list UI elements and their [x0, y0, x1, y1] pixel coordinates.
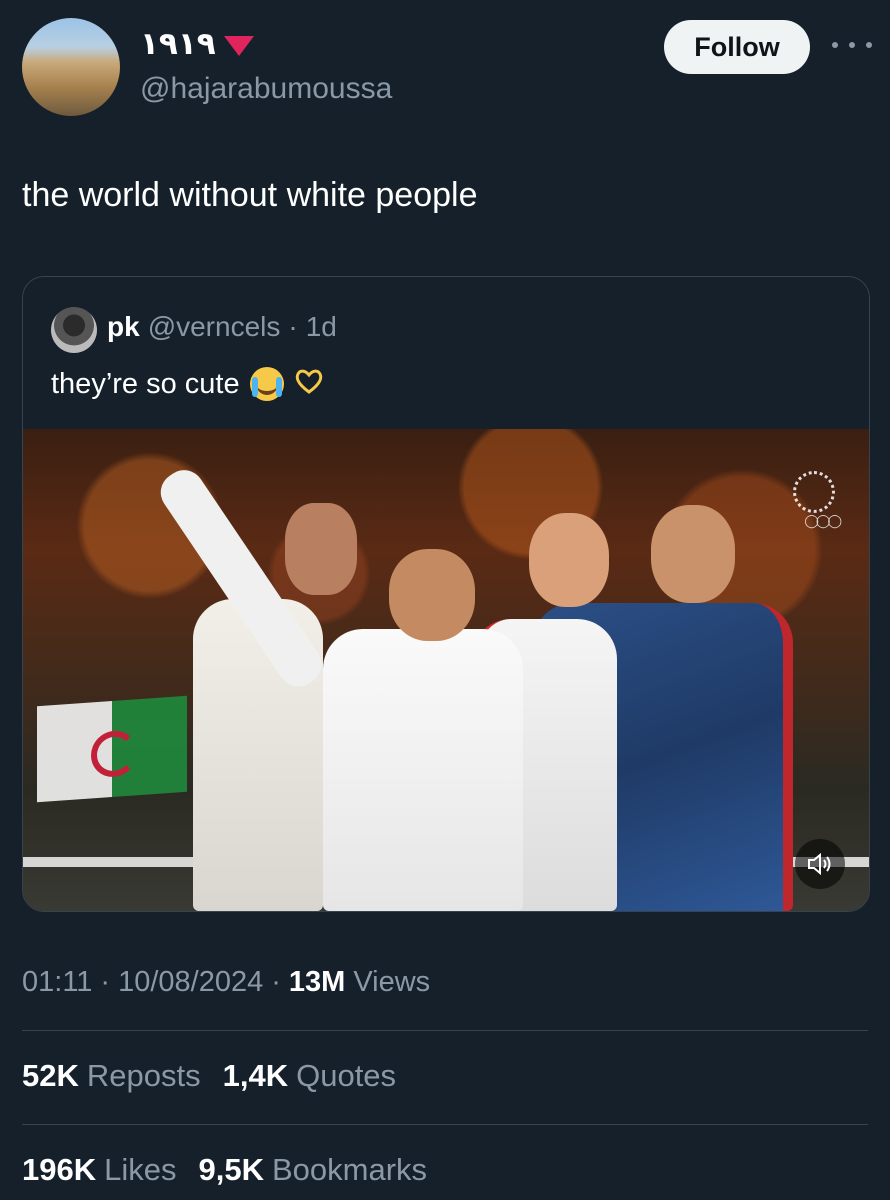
meta-separator: · [271, 966, 281, 998]
olympic-rings-icon: ◯◯◯ [804, 513, 842, 528]
quote-author-handle[interactable]: @verncels [148, 311, 281, 343]
tweet-time[interactable]: 01:11 [22, 966, 92, 999]
divider [22, 1124, 868, 1125]
views-count: 13M [288, 966, 346, 998]
bookmarks-label: Bookmarks [271, 1152, 428, 1187]
tweet-date[interactable]: 10/08/2024 [118, 966, 263, 999]
athlete-head [389, 549, 475, 641]
red-triangle-icon [223, 36, 254, 56]
quote-header: pk @verncels · 1d [107, 311, 337, 343]
author-avatar[interactable] [22, 18, 120, 116]
tweet-meta: 01:11 · 10/08/2024 · 13M Views [22, 966, 430, 999]
quote-author-name[interactable]: pk [107, 311, 140, 343]
reposts-link[interactable]: 52K Reposts [22, 1058, 201, 1094]
divider [22, 1030, 868, 1031]
likes-count: 196K [22, 1152, 97, 1187]
bookmarks-link[interactable]: 9,5K Bookmarks [198, 1152, 427, 1188]
more-icon[interactable] [832, 30, 872, 60]
author-display-name[interactable]: ١٩١٩ [140, 26, 254, 62]
quoted-tweet[interactable]: pk @verncels · 1d they’re so cute ◯◯◯ [22, 276, 870, 912]
athlete-head [285, 503, 357, 595]
meta-separator: · [100, 966, 111, 998]
display-name-text: ١٩١٩ [140, 26, 216, 61]
quotes-label: Quotes [296, 1058, 397, 1093]
bookmarks-count: 9,5K [198, 1152, 264, 1187]
views-label: Views [353, 966, 431, 998]
cry-emoji-icon [249, 367, 284, 401]
reposts-label: Reposts [86, 1058, 201, 1093]
broadcaster-logo-icon [793, 471, 835, 513]
quote-text-row: they’re so cute [51, 367, 324, 401]
quote-video[interactable]: ◯◯◯ [23, 429, 869, 911]
follow-button[interactable]: Follow [664, 20, 810, 74]
quotes-count: 1,4K [222, 1058, 289, 1093]
stats-row-reposts: 52K Reposts 1,4K Quotes [22, 1058, 408, 1094]
athlete-head [529, 513, 609, 607]
volume-icon[interactable] [795, 839, 845, 889]
likes-label: Likes [104, 1152, 177, 1187]
stats-row-likes: 196K Likes 9,5K Bookmarks [22, 1152, 439, 1188]
quote-author-avatar[interactable] [51, 307, 97, 353]
quotes-link[interactable]: 1,4K Quotes [223, 1058, 396, 1094]
heart-hands-emoji-icon [294, 368, 324, 401]
likes-link[interactable]: 196K Likes [22, 1152, 176, 1188]
quote-timestamp[interactable]: 1d [306, 311, 337, 343]
quote-separator: · [288, 311, 298, 342]
athlete-head [651, 505, 735, 603]
flag-image [37, 695, 187, 803]
quote-text: they’re so cute [51, 367, 240, 400]
author-handle[interactable]: @hajarabumoussa [140, 72, 392, 106]
reposts-count: 52K [22, 1058, 79, 1093]
athlete-figure [323, 629, 523, 911]
tweet-text: the world without white people [22, 176, 478, 214]
